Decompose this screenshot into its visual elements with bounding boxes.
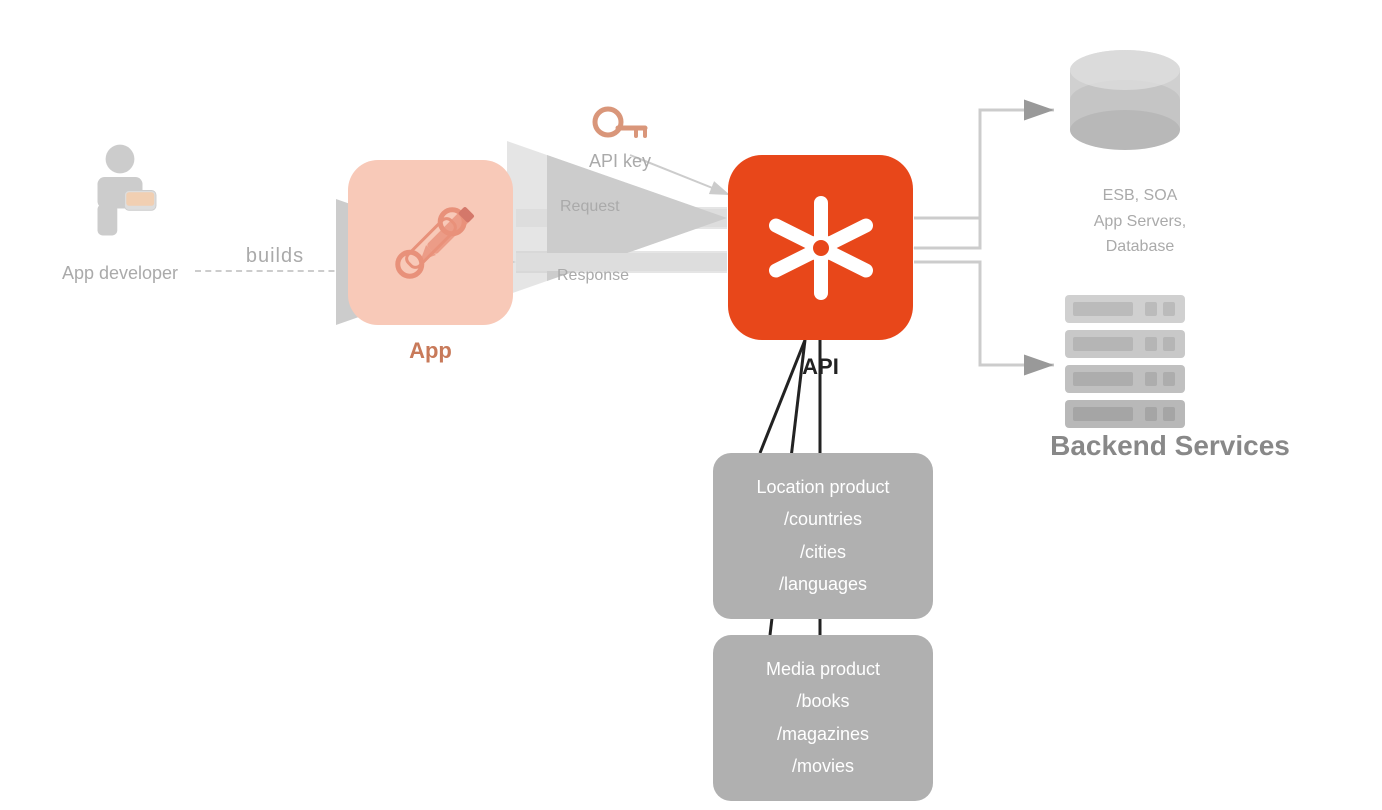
- apigee-icon: [761, 188, 881, 308]
- location-product-box: Location product /countries /cities /lan…: [713, 453, 933, 619]
- api-box: [728, 155, 913, 340]
- response-label: Response: [557, 267, 629, 285]
- api-key-area: API key: [520, 100, 720, 172]
- esb-label: ESB, SOA App Servers, Database: [1040, 183, 1240, 260]
- person-icon: [75, 140, 165, 255]
- app-developer-label: App developer: [62, 263, 178, 284]
- builds-label: builds: [195, 245, 355, 272]
- app-label: App: [348, 338, 513, 364]
- builds-container: builds: [195, 245, 355, 272]
- backend-services-label: Backend Services: [1040, 430, 1300, 462]
- diagram: App developer builds App: [0, 0, 1382, 810]
- key-icon: [590, 100, 650, 145]
- media-product-box: Media product /books /magazines /movies: [713, 635, 933, 801]
- tools-icon: [381, 193, 481, 293]
- app-box: [348, 160, 513, 325]
- api-label: API: [728, 354, 913, 380]
- app-developer: App developer: [40, 140, 200, 284]
- api-key-label: API key: [589, 151, 651, 172]
- request-label: Request: [560, 198, 620, 216]
- server-icon: [1055, 290, 1195, 430]
- location-product-text: Location product /countries /cities /lan…: [741, 471, 905, 601]
- db-icon: [1055, 45, 1195, 165]
- media-product-text: Media product /books /magazines /movies: [741, 653, 905, 783]
